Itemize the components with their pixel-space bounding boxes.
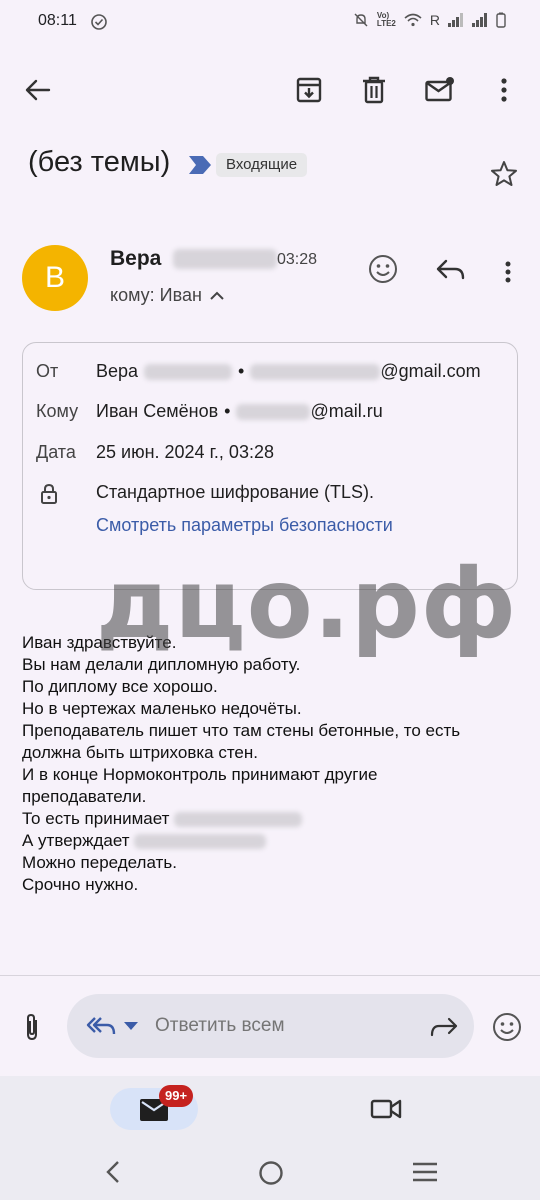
mail-unread-icon [425,77,454,102]
wifi-icon [404,13,422,27]
reply-all-mode-button[interactable] [86,1014,116,1038]
inbox-label-chip[interactable]: Входящие [216,153,308,177]
more-vert-icon [501,78,507,102]
to-name: Иван Семёнов [96,401,219,421]
redacted-text [134,834,267,850]
signal-2-icon [472,13,488,27]
archive-icon [296,77,322,103]
system-home-button[interactable] [258,1160,284,1186]
sender-first-name: Вера [110,247,162,270]
security-details-link[interactable]: Смотреть параметры безопасности [96,515,393,536]
email-subject: (без темы) [28,146,171,178]
roaming-indicator: R [429,12,440,28]
date-label: Дата [36,442,76,462]
mark-unread-button[interactable] [418,68,462,112]
trash-icon [363,76,385,104]
redacted-text [144,363,233,380]
emoji-button[interactable] [492,1012,522,1042]
unread-badge: 99+ [159,1085,194,1107]
signal-1-icon [448,13,464,27]
watermark: дцо.рф [96,548,518,660]
emoji-icon [369,255,397,283]
body-line: По диплому все хорошо. [22,677,218,696]
body-line: И в конце Нормоконтроль принимают другие [22,765,378,784]
system-back-button[interactable] [104,1160,122,1184]
delete-button[interactable] [352,68,396,112]
to-value: Иван Семёнов • @mail.ru [96,401,383,421]
from-label: От [36,361,59,381]
emoji-react-button[interactable] [368,254,398,284]
body-line: должна быть штриховка стен. [22,743,258,762]
forward-icon [430,1017,458,1037]
from-email-domain: @gmail.com [380,361,481,381]
date-value: 25 июн. 2024 г., 03:28 [96,442,274,462]
circle-home-icon [259,1161,283,1185]
reply-icon [436,259,465,280]
attach-button[interactable] [22,1012,42,1042]
recipient-toggle[interactable]: кому: Иван [110,285,224,306]
chevron-up-icon [210,291,224,300]
lock-icon [40,483,58,505]
status-icons: Vo) LTE2 R [353,12,506,28]
redacted-text [236,403,311,420]
to-label: Кому [36,401,79,421]
back-button[interactable] [16,68,60,112]
alarm-check-icon [90,13,108,31]
redacted-text [250,363,381,380]
from-name: Вера [96,361,139,381]
paperclip-icon [27,1013,37,1041]
forward-button[interactable] [430,1016,458,1038]
sender-time: 03:28 [277,251,318,268]
chevron-left-icon [106,1161,119,1183]
email-body: Иван здравствуйте. Вы нам делали дипломн… [22,632,522,896]
body-line: Но в чертежах маленько недочёты. [22,699,302,718]
status-time: 08:11 [38,12,77,29]
body-line: То есть принимает [22,808,522,830]
more-options-button[interactable] [482,68,526,112]
redacted-text [174,812,303,828]
volte-icon: Vo) LTE2 [376,11,396,28]
reply-all-icon [86,1017,116,1035]
mute-icon [353,12,369,28]
meet-tab[interactable] [370,1097,402,1121]
body-line: Преподаватель пишет что там стены бетонн… [22,721,461,740]
archive-button[interactable] [287,68,331,112]
body-line: Срочно нужно. [22,875,139,894]
emoji-icon [493,1013,521,1041]
body-line: преподаватели. [22,787,147,806]
reply-all-placeholder[interactable]: Ответить всем [155,1015,285,1037]
encryption-info: Стандартное шифрование (TLS). [96,482,375,502]
redacted-surname [173,249,278,270]
from-value: Вера • @gmail.com [96,361,481,381]
recipient-summary: кому: Иван [110,285,202,305]
sender-name[interactable]: Вера [110,247,278,271]
more-vert-icon [505,261,511,283]
dropdown-caret-icon[interactable] [124,1022,138,1030]
back-arrow-icon [25,79,51,101]
important-marker-icon[interactable] [188,155,212,175]
menu-lines-icon [413,1162,437,1182]
message-more-button[interactable] [505,261,511,283]
to-email-domain: @mail.ru [310,401,383,421]
divider [0,975,540,976]
star-button[interactable] [490,160,518,188]
battery-icon [496,12,506,28]
body-line: Можно переделать. [22,853,177,872]
video-camera-icon [370,1099,402,1119]
system-recents-button[interactable] [412,1162,438,1182]
sender-avatar[interactable]: В [22,245,88,311]
body-line: А утверждает [22,830,522,852]
reply-button[interactable] [436,258,466,282]
star-icon [491,161,517,186]
